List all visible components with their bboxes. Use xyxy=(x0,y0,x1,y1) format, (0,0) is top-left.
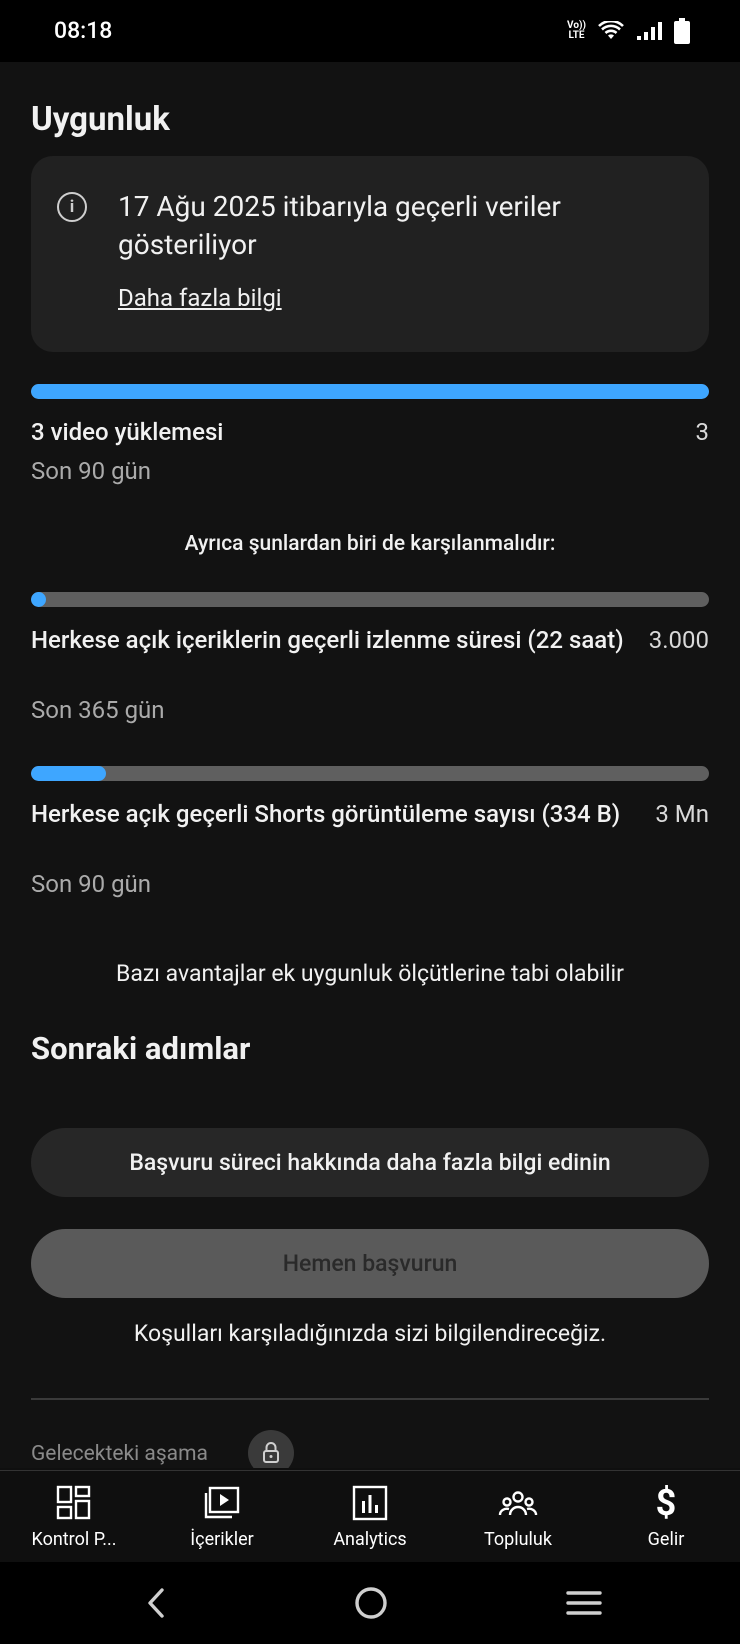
content-icon xyxy=(204,1486,240,1519)
status-time: 08:18 xyxy=(54,17,113,44)
learn-more-link[interactable]: Daha fazla bilgi xyxy=(118,284,282,312)
progress-fill-uploads xyxy=(31,384,709,399)
info-icon: i xyxy=(57,192,87,222)
status-icons: Vo)) LTE xyxy=(567,18,690,44)
requirement-period: Son 90 gün xyxy=(31,457,152,485)
signal-icon xyxy=(637,22,662,40)
nav-item-dashboard[interactable]: Kontrol P... xyxy=(0,1471,148,1563)
requirement-period: Son 365 gün xyxy=(31,696,165,724)
nav-label: Kontrol P... xyxy=(31,1529,117,1550)
analytics-icon xyxy=(352,1485,388,1521)
apply-now-button[interactable]: Hemen başvurun xyxy=(31,1229,709,1298)
info-card-text: 17 Ağu 2025 itibarıyla geçerli veriler g… xyxy=(118,190,561,261)
battery-icon xyxy=(674,18,690,44)
status-bar: 08:18 Vo)) LTE xyxy=(0,0,740,62)
nav-label: Analytics xyxy=(333,1529,407,1550)
nav-item-revenue[interactable]: $ Gelir xyxy=(592,1471,740,1563)
future-stage-label: Gelecekteki aşama xyxy=(31,1442,208,1466)
requirement-value: 3 Mn xyxy=(655,800,709,828)
nav-item-analytics[interactable]: Analytics xyxy=(296,1471,444,1563)
eligibility-content[interactable]: Uygunluk i 17 Ağu 2025 itibarıyla geçerl… xyxy=(0,62,740,1468)
requirement-period: Son 90 gün xyxy=(31,870,152,898)
lock-icon xyxy=(263,1442,279,1463)
community-icon xyxy=(498,1491,538,1516)
section-title: Uygunluk xyxy=(31,100,170,139)
nav-label: İçerikler xyxy=(190,1529,254,1550)
dollar-icon: $ xyxy=(655,1482,677,1524)
notify-text: Koşulları karşıladığınızda sizi bilgilen… xyxy=(133,1320,607,1347)
info-card: i 17 Ağu 2025 itibarıyla geçerli veriler… xyxy=(31,156,709,352)
wifi-icon xyxy=(598,21,624,39)
back-icon[interactable] xyxy=(142,1586,172,1620)
divider xyxy=(31,1398,709,1400)
eligibility-note: Bazı avantajlar ek uygunluk ölçütlerine … xyxy=(116,960,624,987)
progress-fill-shorts-views xyxy=(31,766,106,781)
requirement-label: Herkese açık içeriklerin geçerli izlenme… xyxy=(31,626,624,654)
progress-bar-uploads xyxy=(31,384,709,399)
progress-bar-shorts-views xyxy=(31,766,709,781)
home-icon[interactable] xyxy=(354,1586,388,1620)
also-required-text: Ayrıca şunlardan biri de karşılanmalıdır… xyxy=(184,532,556,556)
progress-fill-watch-hours xyxy=(31,592,46,607)
progress-bar-watch-hours xyxy=(31,592,709,607)
nav-label: Gelir xyxy=(647,1529,685,1550)
dashboard-icon xyxy=(56,1485,91,1520)
requirement-value: 3 xyxy=(695,418,710,446)
bottom-nav: Kontrol P... İçerikler Analytics Toplulu… xyxy=(0,1470,740,1563)
system-nav-bar xyxy=(0,1562,740,1644)
next-steps-title: Sonraki adımlar xyxy=(31,1030,251,1067)
nav-item-community[interactable]: Topluluk xyxy=(444,1471,592,1563)
nav-item-content[interactable]: İçerikler xyxy=(148,1471,296,1563)
volte-icon: Vo)) LTE xyxy=(567,20,586,41)
recents-icon[interactable] xyxy=(566,1588,602,1618)
nav-label: Topluluk xyxy=(484,1529,552,1550)
requirement-label: Herkese açık geçerli Shorts görüntüleme … xyxy=(31,800,621,828)
requirement-label: 3 video yüklemesi xyxy=(31,418,224,446)
requirement-value: 3.000 xyxy=(648,626,709,654)
learn-process-button[interactable]: Başvuru süreci hakkında daha fazla bilgi… xyxy=(31,1128,709,1197)
lock-badge xyxy=(248,1430,294,1468)
